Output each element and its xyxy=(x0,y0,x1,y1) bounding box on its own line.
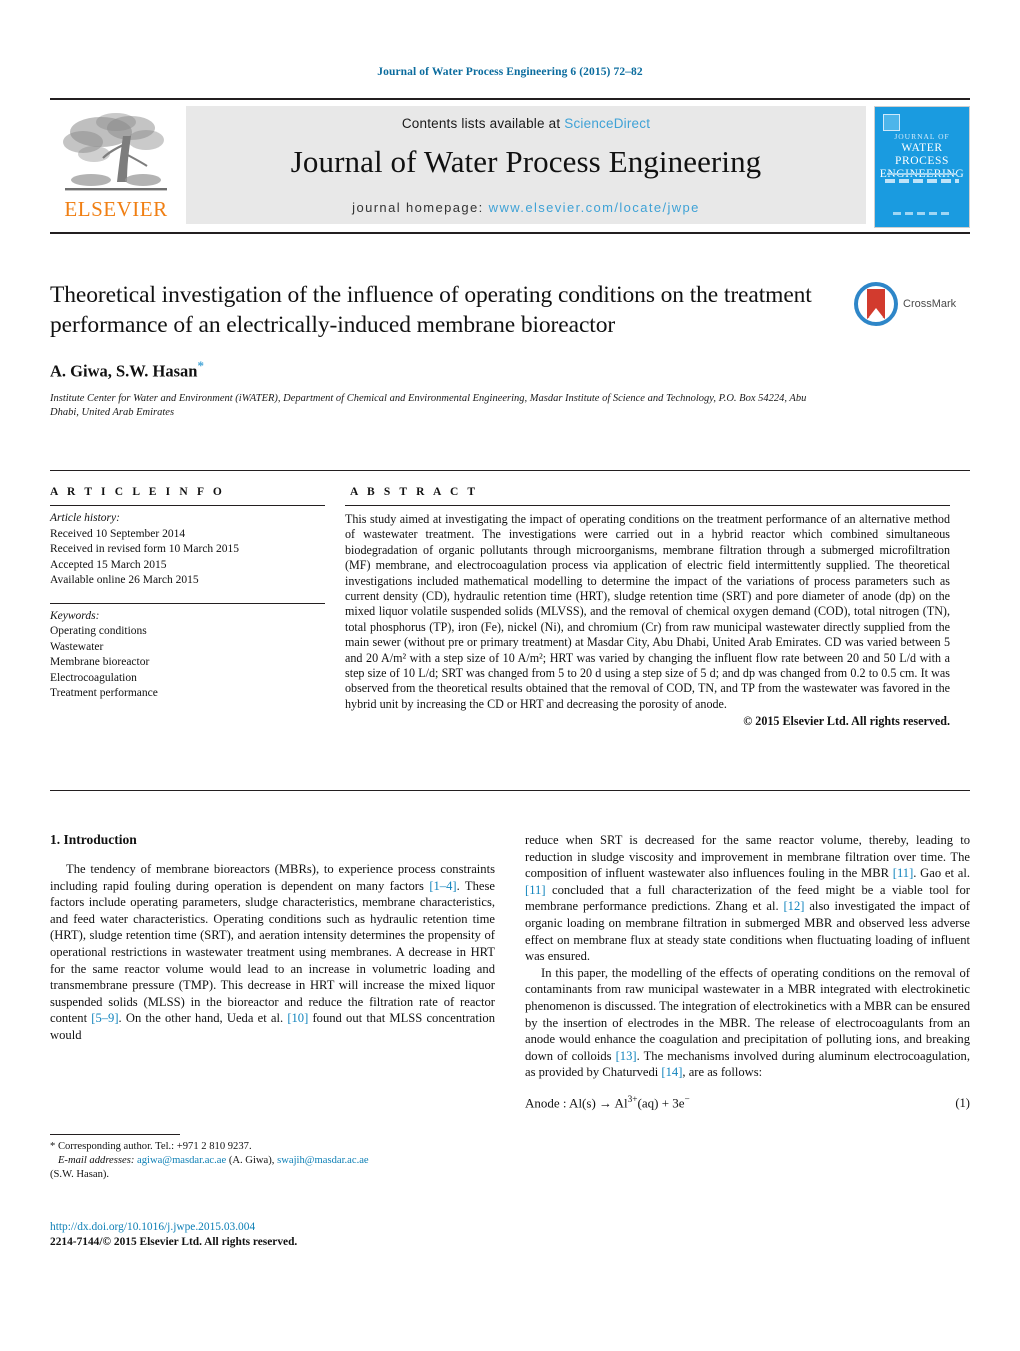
equation-1: Anode : Al(s) → Al3+(aq) + 3e− (1) xyxy=(525,1095,970,1111)
citation-link[interactable]: [13] xyxy=(616,1049,637,1063)
contents-lists-prefix: Contents lists available at xyxy=(401,116,565,131)
issn-copyright: 2214-7144/© 2015 Elsevier Ltd. All right… xyxy=(50,1236,298,1248)
article-history-item: Available online 26 March 2015 xyxy=(50,574,199,586)
intro-right-b: . Gao et al. xyxy=(913,866,970,881)
keyword-item: Electrocoagulation xyxy=(50,671,137,684)
citation-link[interactable]: [11] xyxy=(893,866,914,880)
cover-line-top: JOURNAL OF xyxy=(894,132,950,141)
doi-link[interactable]: http://dx.doi.org/10.1016/j.jwpe.2015.03… xyxy=(50,1220,495,1235)
email-link-giwa[interactable]: agiwa@masdar.ac.ae xyxy=(137,1155,226,1166)
intro-paragraph-left: The tendency of membrane bioreactors (MB… xyxy=(50,861,495,1044)
article-history-item: Accepted 15 March 2015 xyxy=(50,558,167,571)
crossmark-label: CrossMark xyxy=(903,298,957,310)
email-owner-hasan: (S.W. Hasan). xyxy=(50,1169,110,1180)
elsevier-tree-icon xyxy=(61,110,171,198)
keyword-item: Membrane bioreactor xyxy=(50,656,150,668)
journal-masthead: ELSEVIER Contents lists available at Sci… xyxy=(50,98,970,228)
article-header: Theoretical investigation of the influen… xyxy=(50,280,970,420)
keyword-item: Wastewater xyxy=(50,640,104,653)
citation-link[interactable]: [12] xyxy=(783,899,804,913)
elsevier-logo: ELSEVIER xyxy=(50,106,182,220)
author-names: A. Giwa, S.W. Hasan xyxy=(50,361,198,381)
article-page: Journal of Water Process Engineering 6 (… xyxy=(0,0,1020,1351)
footnote-block: * Corresponding author. Tel.: +971 2 810… xyxy=(50,1134,495,1182)
email-note: E-mail addresses: agiwa@masdar.ac.ae (A.… xyxy=(50,1154,495,1168)
cover-text-lines xyxy=(885,179,959,183)
doi-block: http://dx.doi.org/10.1016/j.jwpe.2015.03… xyxy=(50,1220,495,1250)
intro-paragraph-right-cont: reduce when SRT is decreased for the sam… xyxy=(525,832,970,965)
cover-divider xyxy=(887,173,957,175)
citation-link[interactable]: [11] xyxy=(525,883,546,897)
citation-link[interactable]: [10] xyxy=(287,1011,308,1025)
page-title: Theoretical investigation of the influen… xyxy=(50,282,812,338)
email-label: E-mail addresses: xyxy=(57,1155,135,1166)
equation-1-lhs: Anode : Al(s) → Al xyxy=(525,1095,628,1111)
email-owner-giwa: (A. Giwa), xyxy=(226,1155,278,1166)
info-section-top-rule xyxy=(50,470,970,471)
keywords-rule xyxy=(50,602,325,604)
cover-footer-lines xyxy=(893,212,951,215)
article-info-rule xyxy=(50,505,325,506)
abstract-block: This study aimed at investigating the im… xyxy=(345,505,950,729)
elsevier-wordmark: ELSEVIER xyxy=(64,197,168,221)
journal-cover-thumbnail[interactable]: JOURNAL OF WATER PROCESS ENGINEERING xyxy=(874,106,970,228)
abstract-heading: A B S T R A C T xyxy=(350,486,479,498)
homepage-prefix: journal homepage: xyxy=(352,200,489,215)
journal-homepage-line: journal homepage: www.elsevier.com/locat… xyxy=(186,200,866,215)
equation-1-body: Anode : Al(s) → Al3+(aq) + 3e− xyxy=(525,1095,690,1111)
article-history-item: Received in revised form 10 March 2015 xyxy=(50,543,240,555)
cover-publisher-icon xyxy=(883,114,900,131)
crossmark-icon xyxy=(854,282,898,326)
abstract-copyright: © 2015 Elsevier Ltd. All rights reserved… xyxy=(743,714,950,729)
citation-link[interactable]: [1–4] xyxy=(429,879,456,893)
info-abstract-headings: A R T I C L E I N F O A B S T R A C T xyxy=(50,486,970,498)
intro-text-b: . These factors include operating parame… xyxy=(50,878,495,1026)
section-heading-introduction: 1. Introduction xyxy=(50,832,137,847)
contents-lists-line: Contents lists available at ScienceDirec… xyxy=(186,116,866,131)
equation-1-electron-charge: − xyxy=(684,1094,690,1105)
footnote-rule xyxy=(50,1134,180,1135)
crossmark-badge[interactable]: CrossMark xyxy=(854,280,964,328)
email-link-hasan[interactable]: swajih@masdar.ac.ae xyxy=(277,1155,369,1166)
intro-paragraph-right-2: In this paper, the modelling of the effe… xyxy=(525,965,970,1081)
article-history-label: Article history: xyxy=(50,512,120,524)
sciencedirect-link[interactable]: ScienceDirect xyxy=(564,116,650,131)
affiliation: Institute Center for Water and Environme… xyxy=(50,392,807,418)
equation-1-rhs: (aq) + 3e xyxy=(637,1095,685,1111)
intro-right2-c: , are as follows: xyxy=(682,1065,763,1080)
running-head: Journal of Water Process Engineering 6 (… xyxy=(377,66,643,78)
keyword-item: Operating conditions xyxy=(50,625,147,637)
abstract-text: This study aimed at investigating the im… xyxy=(345,512,950,711)
citation-link[interactable]: [5–9] xyxy=(91,1011,118,1025)
abstract-bottom-rule xyxy=(50,790,970,791)
equation-1-charge: 3+ xyxy=(627,1094,638,1105)
masthead-bottom-rule xyxy=(50,232,970,234)
masthead-center-band: Contents lists available at ScienceDirec… xyxy=(186,106,866,224)
corresponding-author-note: * Corresponding author. Tel.: +971 2 810… xyxy=(50,1141,252,1152)
article-info-block: Article history: Received 10 September 2… xyxy=(50,505,325,702)
journal-title: Journal of Water Process Engineering xyxy=(290,144,762,179)
keywords-label: Keywords: xyxy=(50,609,100,622)
citation-link[interactable]: [14] xyxy=(661,1065,682,1079)
corresponding-author-marker[interactable]: * xyxy=(197,358,204,373)
intro-text-c: . On the other hand, Ueda et al. xyxy=(118,1011,288,1026)
body-column-left: 1. Introduction The tendency of membrane… xyxy=(50,832,495,1111)
article-history-item: Received 10 September 2014 xyxy=(50,527,186,540)
abstract-rule xyxy=(345,505,950,506)
keyword-item: Treatment performance xyxy=(50,687,158,699)
homepage-url-link[interactable]: www.elsevier.com/locate/jwpe xyxy=(489,200,700,215)
cover-journal-name: WATER PROCESS ENGINEERING xyxy=(880,142,964,180)
body-columns: 1. Introduction The tendency of membrane… xyxy=(50,832,970,1111)
equation-1-number: (1) xyxy=(955,1096,970,1111)
author-list: A. Giwa, S.W. Hasan* xyxy=(50,358,970,382)
article-info-heading: A R T I C L E I N F O xyxy=(50,486,225,498)
body-column-right: reduce when SRT is decreased for the sam… xyxy=(525,832,970,1111)
